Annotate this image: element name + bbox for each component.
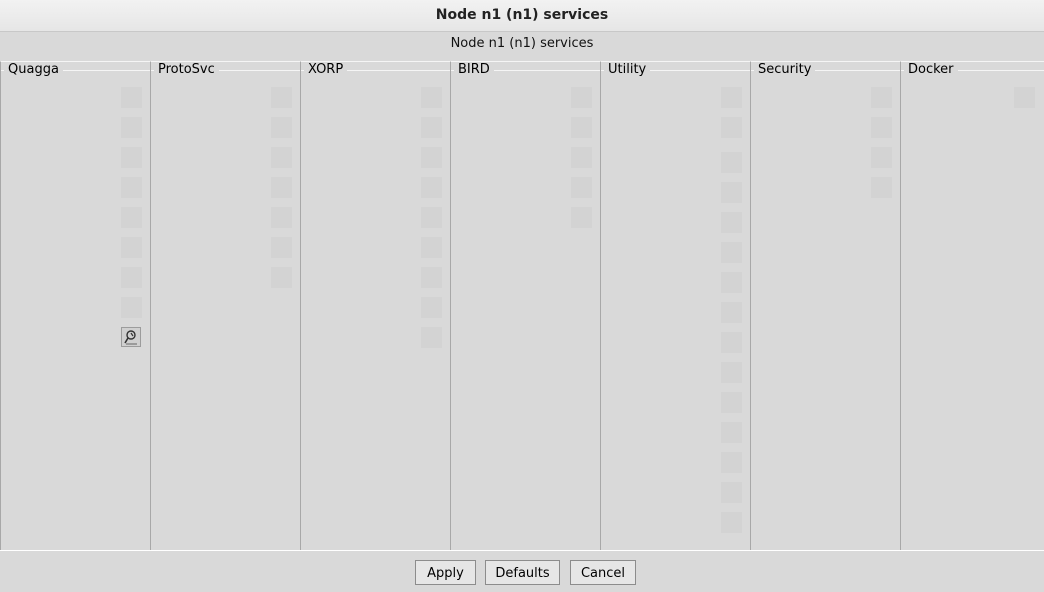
- service-toggle[interactable]: [721, 152, 742, 173]
- group-label: Utility: [604, 62, 651, 78]
- service-toggle[interactable]: [271, 87, 292, 108]
- service-toggle[interactable]: [271, 147, 292, 168]
- service-toggle[interactable]: [721, 392, 742, 413]
- service-toggle[interactable]: [571, 147, 592, 168]
- cancel-button[interactable]: Cancel: [570, 560, 636, 585]
- service-toggle[interactable]: [721, 302, 742, 323]
- service-toggle[interactable]: [721, 182, 742, 203]
- service-toggle[interactable]: [121, 147, 142, 168]
- group-label: Security: [754, 62, 816, 78]
- service-toggle[interactable]: [571, 87, 592, 108]
- group-security: Security: [750, 61, 901, 551]
- service-toggle[interactable]: [271, 177, 292, 198]
- service-toggle[interactable]: [721, 512, 742, 533]
- service-toggle[interactable]: [271, 207, 292, 228]
- service-toggle[interactable]: [121, 117, 142, 138]
- service-toggle[interactable]: [421, 237, 442, 258]
- service-toggle[interactable]: [421, 297, 442, 318]
- service-toggle[interactable]: [871, 147, 892, 168]
- service-toggle[interactable]: [721, 452, 742, 473]
- service-toggle[interactable]: [421, 87, 442, 108]
- service-toggle[interactable]: [121, 177, 142, 198]
- service-toggle[interactable]: [721, 482, 742, 503]
- group-xorp: XORP: [300, 61, 451, 551]
- service-toggle[interactable]: [721, 272, 742, 293]
- service-toggle[interactable]: [421, 177, 442, 198]
- group-label: Docker: [904, 62, 958, 78]
- group-label: Quagga: [4, 62, 63, 78]
- service-toggle[interactable]: [421, 327, 442, 348]
- group-label: XORP: [304, 62, 348, 78]
- service-groups: Quagga ProtoSvc XORP BIRD Utility Securi…: [0, 61, 1044, 551]
- service-toggle[interactable]: [121, 297, 142, 318]
- service-toggle[interactable]: [721, 117, 742, 138]
- service-toggle[interactable]: [871, 87, 892, 108]
- defaults-button[interactable]: Defaults: [485, 560, 560, 585]
- service-toggle[interactable]: [871, 117, 892, 138]
- service-toggle[interactable]: [721, 362, 742, 383]
- group-protosvc: ProtoSvc: [150, 61, 301, 551]
- apply-button[interactable]: Apply: [415, 560, 476, 585]
- service-toggle[interactable]: [271, 267, 292, 288]
- service-toggle[interactable]: [571, 177, 592, 198]
- service-toggle[interactable]: [721, 87, 742, 108]
- service-toggle[interactable]: [121, 267, 142, 288]
- dialog-header-label: Node n1 (n1) services: [450, 36, 594, 51]
- group-label: BIRD: [454, 62, 494, 78]
- service-toggle[interactable]: [871, 177, 892, 198]
- service-toggle[interactable]: [1014, 87, 1035, 108]
- wrench-config-icon[interactable]: [121, 327, 141, 347]
- group-docker: Docker: [900, 61, 1044, 551]
- service-toggle[interactable]: [271, 117, 292, 138]
- service-toggle[interactable]: [121, 207, 142, 228]
- service-toggle[interactable]: [421, 207, 442, 228]
- service-toggle[interactable]: [721, 242, 742, 263]
- service-toggle[interactable]: [121, 87, 142, 108]
- service-toggle[interactable]: [721, 332, 742, 353]
- service-toggle[interactable]: [721, 212, 742, 233]
- button-bar: Apply Defaults Cancel: [0, 550, 1044, 592]
- group-utility: Utility: [600, 61, 751, 551]
- group-bird: BIRD: [450, 61, 601, 551]
- service-toggle[interactable]: [421, 147, 442, 168]
- window-title: Node n1 (n1) services: [0, 0, 1044, 32]
- service-toggle[interactable]: [571, 207, 592, 228]
- service-toggle[interactable]: [721, 422, 742, 443]
- group-label: ProtoSvc: [154, 62, 219, 78]
- service-toggle[interactable]: [421, 267, 442, 288]
- service-toggle[interactable]: [121, 237, 142, 258]
- service-toggle[interactable]: [271, 237, 292, 258]
- service-toggle[interactable]: [571, 117, 592, 138]
- service-toggle[interactable]: [421, 117, 442, 138]
- group-quagga: Quagga: [0, 61, 151, 551]
